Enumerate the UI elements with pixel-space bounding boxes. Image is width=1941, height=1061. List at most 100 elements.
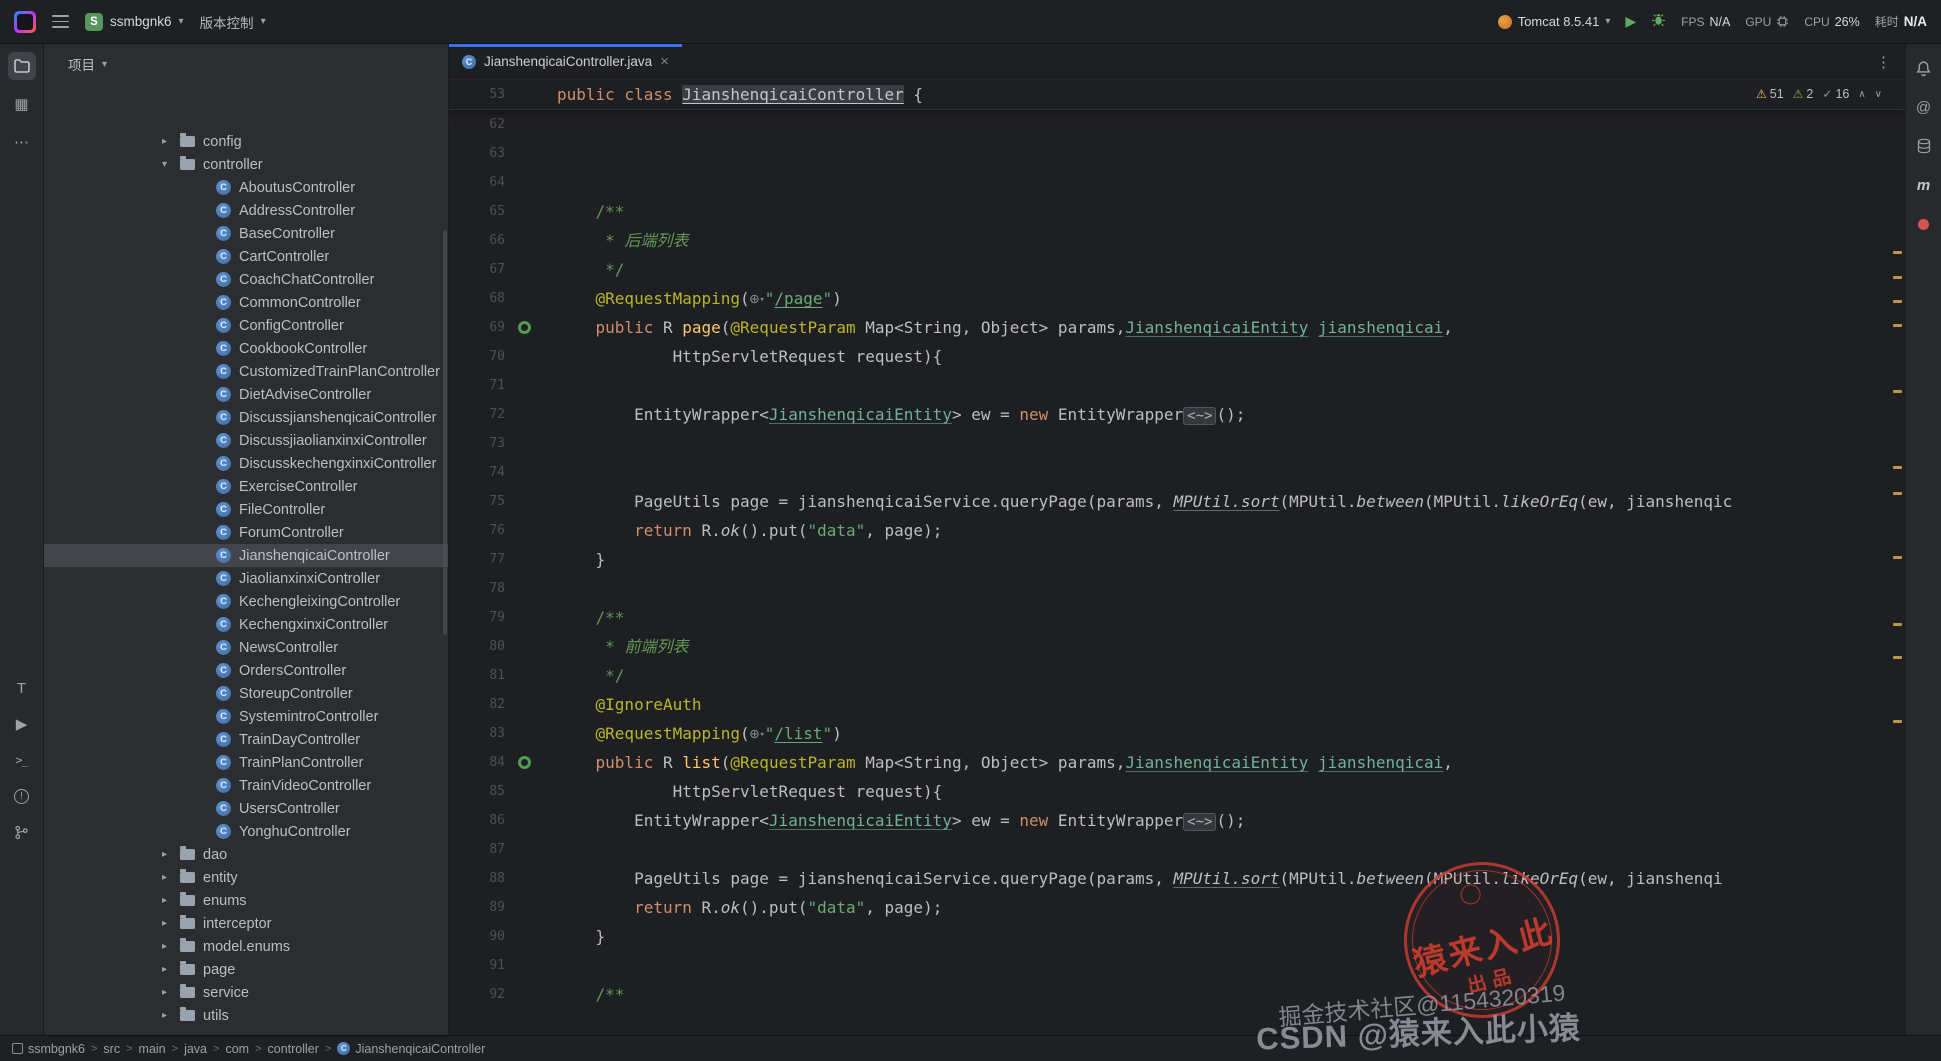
- code-line-79[interactable]: 79 /**: [449, 603, 1905, 632]
- code-line-85[interactable]: 85 HttpServletRequest request){: [449, 777, 1905, 806]
- line-number[interactable]: 75: [449, 487, 505, 516]
- request-mapping-gutter-icon[interactable]: [517, 321, 531, 334]
- code-line-87[interactable]: 87: [449, 835, 1905, 864]
- code-line-89[interactable]: 89 return R.ok().put("data", page);: [449, 893, 1905, 922]
- code-line-91[interactable]: 91: [449, 951, 1905, 980]
- project-widget[interactable]: S ssmbgnk6 ▾: [85, 12, 184, 31]
- tree-item-config[interactable]: ▸ config: [44, 130, 448, 153]
- terminal-toolwindow-icon[interactable]: >_: [8, 746, 36, 774]
- tree-item-CookbookController[interactable]: C CookbookController: [44, 337, 448, 360]
- code-line-92[interactable]: 92 /**: [449, 980, 1905, 1009]
- tree-item-ForumController[interactable]: C ForumController: [44, 521, 448, 544]
- line-number[interactable]: 81: [449, 661, 505, 690]
- tree-item-AboutusController[interactable]: C AboutusController: [44, 176, 448, 199]
- code-line-73[interactable]: 73: [449, 429, 1905, 458]
- line-number[interactable]: 78: [449, 574, 505, 603]
- line-number[interactable]: 90: [449, 922, 505, 951]
- code-line-80[interactable]: 80 * 前端列表: [449, 632, 1905, 661]
- line-number[interactable]: 86: [449, 806, 505, 835]
- tree-item-SystemintroController[interactable]: C SystemintroController: [44, 705, 448, 728]
- code-line-71[interactable]: 71: [449, 371, 1905, 400]
- vcs-widget[interactable]: 版本控制 ▾: [200, 12, 266, 32]
- code-line-66[interactable]: 66 * 后端列表: [449, 226, 1905, 255]
- tree-item-utils[interactable]: ▸ utils: [44, 1004, 448, 1027]
- code-line-69[interactable]: 69 public R page(@RequestParam Map<Strin…: [449, 313, 1905, 342]
- code-line-86[interactable]: 86 EntityWrapper<JianshenqicaiEntity> ew…: [449, 806, 1905, 835]
- code-line-72[interactable]: 72 EntityWrapper<JianshenqicaiEntity> ew…: [449, 400, 1905, 429]
- line-number[interactable]: 74: [449, 458, 505, 487]
- tree-item-entity[interactable]: ▸ entity: [44, 866, 448, 889]
- tree-item-model.enums[interactable]: ▸ model.enums: [44, 935, 448, 958]
- tree-item-ExerciseController[interactable]: C ExerciseController: [44, 475, 448, 498]
- line-number[interactable]: 62: [449, 110, 505, 139]
- line-number[interactable]: 73: [449, 429, 505, 458]
- line-number[interactable]: 88: [449, 864, 505, 893]
- next-problem-icon[interactable]: ∨: [1875, 89, 1882, 100]
- tree-item-enums[interactable]: ▸ enums: [44, 889, 448, 912]
- warning-stripe-mark[interactable]: [1893, 276, 1902, 279]
- tree-item-AddressController[interactable]: C AddressController: [44, 199, 448, 222]
- line-number[interactable]: 76: [449, 516, 505, 545]
- inspections-widget[interactable]: ⚠ 51 ⚠ 2 ✓ 16 ∧ ∨: [1750, 86, 1887, 102]
- code-line-68[interactable]: 68 @RequestMapping(⊕▾"/page"): [449, 284, 1905, 313]
- chevron-right-icon[interactable]: ▸: [162, 964, 180, 975]
- problems-toolwindow-icon[interactable]: !: [8, 782, 36, 810]
- code-line-82[interactable]: 82 @IgnoreAuth: [449, 690, 1905, 719]
- breadcrumb-item-src[interactable]: src: [103, 1042, 120, 1056]
- project-toolwindow-icon[interactable]: [7, 52, 36, 80]
- tree-item-DiscusskechengxinxiController[interactable]: C DiscusskechengxinxiController: [44, 452, 448, 475]
- code-line-84[interactable]: 84 public R list(@RequestParam Map<Strin…: [449, 748, 1905, 777]
- chevron-right-icon[interactable]: ▸: [162, 849, 180, 860]
- tree-item-UsersController[interactable]: C UsersController: [44, 797, 448, 820]
- tree-item-ConfigController[interactable]: C ConfigController: [44, 314, 448, 337]
- warning-stripe-mark[interactable]: [1893, 390, 1902, 393]
- git-branch-icon[interactable]: [8, 818, 36, 846]
- warning-stripe-mark[interactable]: [1893, 623, 1902, 626]
- tree-item-CartController[interactable]: C CartController: [44, 245, 448, 268]
- code-line-67[interactable]: 67 */: [449, 255, 1905, 284]
- warning-stripe-mark[interactable]: [1893, 720, 1902, 723]
- request-mapping-gutter-icon[interactable]: [517, 756, 531, 769]
- chevron-right-icon[interactable]: ▸: [162, 895, 180, 906]
- run-button[interactable]: ▶: [1625, 13, 1636, 30]
- notifications-bell-icon[interactable]: [1912, 56, 1936, 80]
- database-toolwindow-icon[interactable]: [1912, 134, 1936, 158]
- warning-stripe-mark[interactable]: [1893, 656, 1902, 659]
- code-line-78[interactable]: 78: [449, 574, 1905, 603]
- tree-item-OrdersController[interactable]: C OrdersController: [44, 659, 448, 682]
- editor-tab[interactable]: C JianshenqicaiController.java ×: [449, 44, 682, 79]
- tree-item-CommonController[interactable]: C CommonController: [44, 291, 448, 314]
- tab-options-icon[interactable]: ⋮: [1876, 44, 1905, 79]
- line-number[interactable]: 71: [449, 371, 505, 400]
- code-line-90[interactable]: 90 }: [449, 922, 1905, 951]
- code-line-74[interactable]: 74: [449, 458, 1905, 487]
- breadcrumb-item-com[interactable]: com: [225, 1042, 249, 1056]
- translation-toolwindow-icon[interactable]: T: [8, 674, 36, 702]
- tree-item-service[interactable]: ▸ service: [44, 981, 448, 1004]
- code-line-83[interactable]: 83 @RequestMapping(⊕▾"/list"): [449, 719, 1905, 748]
- code-line-77[interactable]: 77 }: [449, 545, 1905, 574]
- code-line-65[interactable]: 65 /**: [449, 197, 1905, 226]
- plugin-icon[interactable]: [1912, 212, 1936, 236]
- tree-item-dao[interactable]: ▸ dao: [44, 843, 448, 866]
- tree-item-TrainPlanController[interactable]: C TrainPlanController: [44, 751, 448, 774]
- tree-item-controller[interactable]: ▾ controller: [44, 153, 448, 176]
- tree-item-DiscussjiaolianxinxiController[interactable]: C DiscussjiaolianxinxiController: [44, 429, 448, 452]
- more-toolwindows-icon[interactable]: ⋯: [8, 128, 36, 156]
- warning-stripe-mark[interactable]: [1893, 492, 1902, 495]
- warning-stripe-mark[interactable]: [1893, 466, 1902, 469]
- tree-item-BaseController[interactable]: C BaseController: [44, 222, 448, 245]
- typos-count[interactable]: ✓ 16: [1822, 87, 1849, 101]
- breadcrumb-item-java[interactable]: java: [184, 1042, 207, 1056]
- run-configuration-selector[interactable]: Tomcat 8.5.41 ▾: [1497, 14, 1610, 29]
- warning-stripe-mark[interactable]: [1893, 324, 1902, 327]
- code-line-70[interactable]: 70 HttpServletRequest request){: [449, 342, 1905, 371]
- line-number[interactable]: 87: [449, 835, 505, 864]
- line-number[interactable]: 69: [449, 313, 505, 342]
- line-number[interactable]: 72: [449, 400, 505, 429]
- tree-item-NewsController[interactable]: C NewsController: [44, 636, 448, 659]
- line-number[interactable]: 80: [449, 632, 505, 661]
- project-panel-header[interactable]: 项目 ▾: [44, 44, 448, 84]
- line-number[interactable]: 64: [449, 168, 505, 197]
- tree-item-KechengxinxiController[interactable]: C KechengxinxiController: [44, 613, 448, 636]
